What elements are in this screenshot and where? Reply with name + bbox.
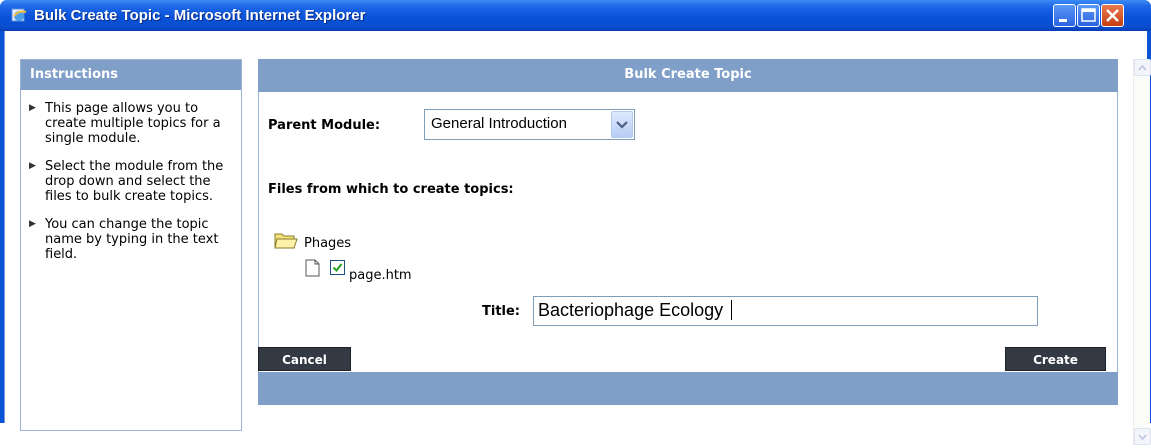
file-icon [305,259,320,277]
page-content: Instructions ▶ This page allows you to cr… [4,31,1151,445]
title-label: Title: [482,304,521,319]
file-checkbox[interactable] [330,260,345,275]
text-caret [731,300,733,320]
chevron-down-icon [616,121,628,129]
close-icon [1106,9,1119,22]
bullet-icon: ▶ [29,161,36,171]
minimize-button[interactable] [1053,4,1076,27]
browser-window: Bulk Create Topic - Microsoft Internet E… [0,0,1151,445]
file-name: page.htm [349,268,412,283]
chevron-down-icon [1138,434,1147,441]
dropdown-button[interactable] [611,111,633,138]
title-bar[interactable]: Bulk Create Topic - Microsoft Internet E… [0,0,1151,31]
parent-module-label: Parent Module: [268,118,381,133]
form-body [258,92,1118,372]
minimize-icon [1059,19,1067,22]
list-item: ▶ You can change the topic name by typing… [29,217,219,262]
title-input[interactable]: Bacteriophage Ecology [533,296,1038,326]
bullet-icon: ▶ [29,103,36,113]
close-button[interactable] [1101,4,1124,27]
bullet-icon: ▶ [29,219,36,229]
parent-module-select[interactable]: General Introduction [424,109,635,140]
instructions-panel: Instructions ▶ This page allows you to cr… [20,59,242,431]
vertical-scrollbar[interactable] [1133,59,1151,445]
scroll-up-button[interactable] [1134,59,1151,76]
parent-module-value: General Introduction [431,115,567,132]
cancel-button[interactable]: Cancel [258,347,351,371]
form-heading: Bulk Create Topic [258,59,1118,92]
maximize-button[interactable] [1077,4,1100,27]
list-item: ▶ Select the module from the drop down an… [29,159,224,204]
bulk-create-form: Bulk Create Topic [258,59,1118,409]
form-footer [258,372,1118,405]
scroll-down-button[interactable] [1134,428,1151,445]
folder-icon [274,233,298,249]
folder-name[interactable]: Phages [304,236,351,251]
instructions-heading: Instructions [21,60,241,90]
files-label: Files from which to create topics: [268,182,514,197]
window-title: Bulk Create Topic - Microsoft Internet E… [34,7,366,24]
title-value: Bacteriophage Ecology [538,300,724,320]
create-button[interactable]: Create [1005,347,1106,371]
instructions-list: ▶ This page allows you to create multiple… [21,90,241,262]
chevron-up-icon [1138,64,1147,71]
maximize-icon [1081,8,1096,22]
list-item: ▶ This page allows you to create multiple… [29,101,221,146]
ie-icon [11,8,27,22]
checkmark-icon [332,263,343,273]
